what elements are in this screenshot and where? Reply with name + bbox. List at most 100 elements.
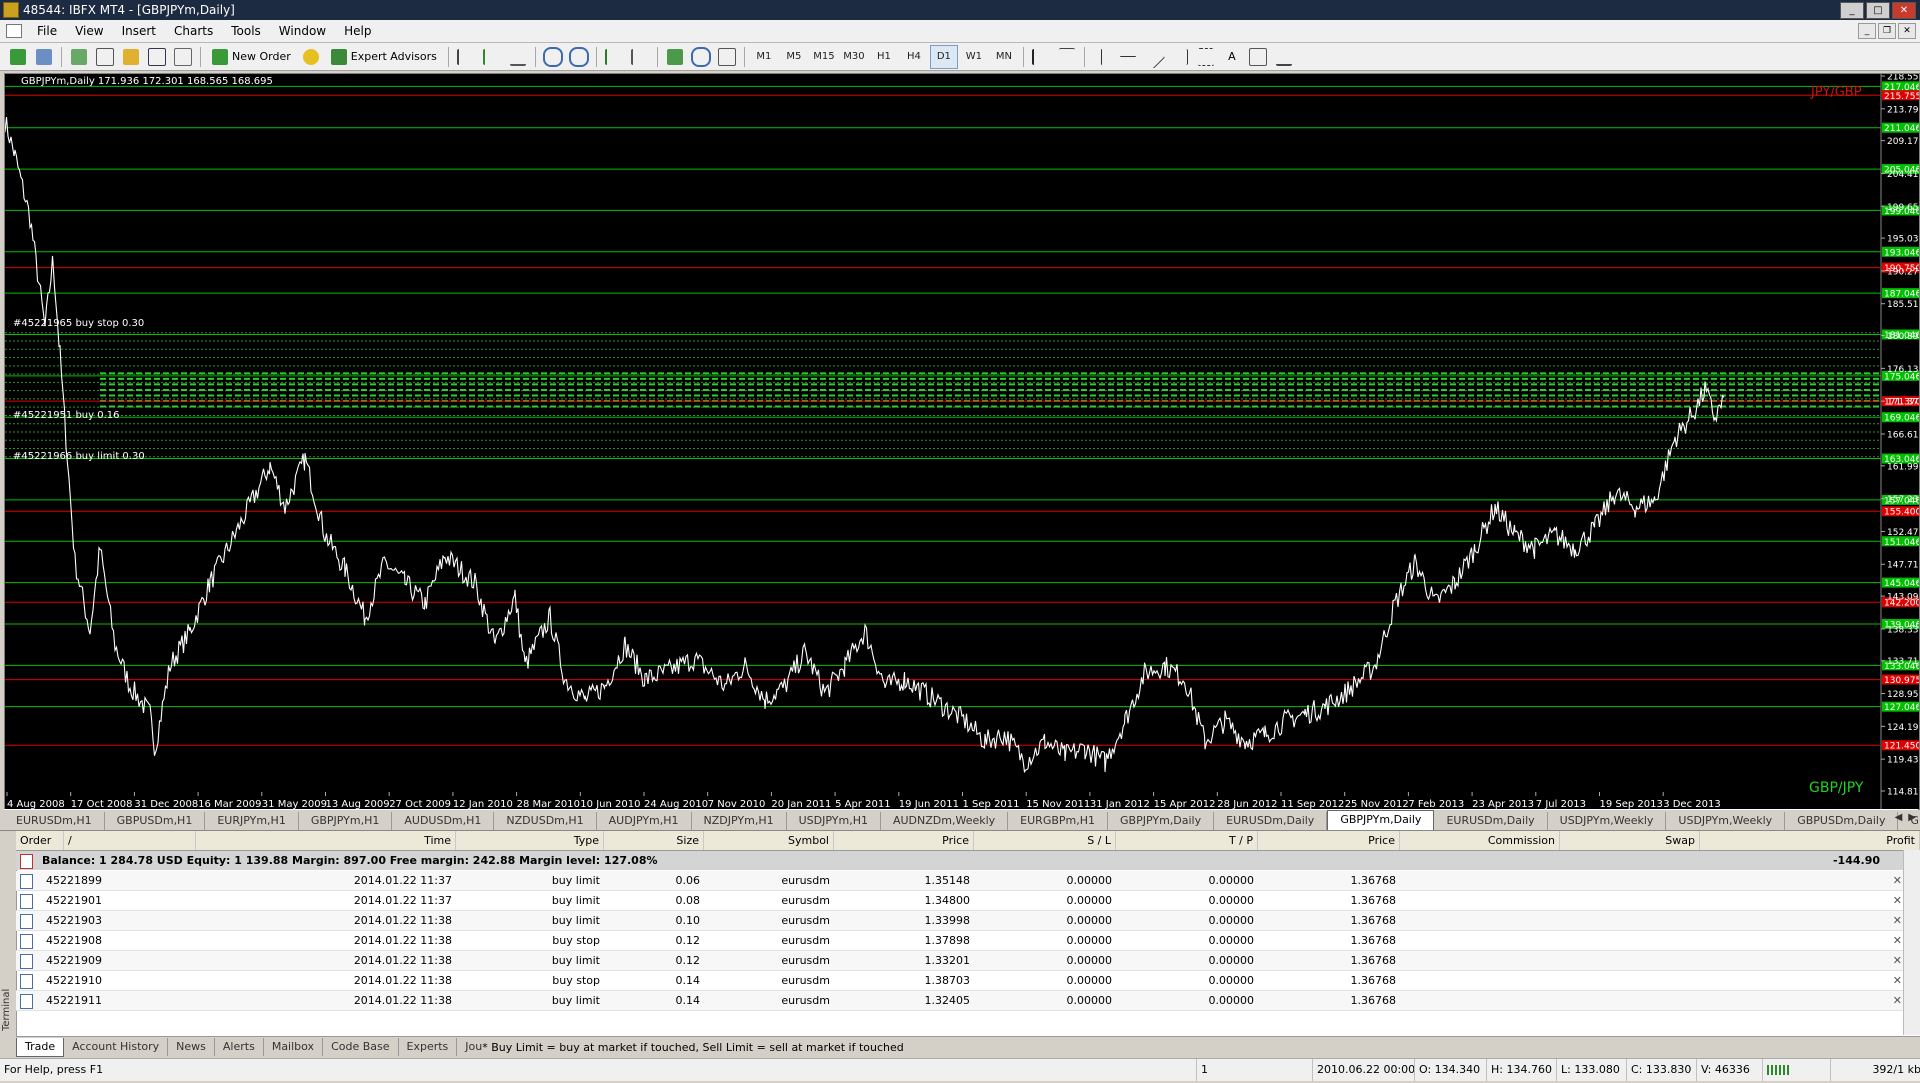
line-chart-button[interactable] <box>506 45 530 69</box>
period-m15-button[interactable]: M15 <box>810 45 838 69</box>
col-size[interactable]: Size <box>604 831 704 850</box>
period-m5-button[interactable]: M5 <box>780 45 808 69</box>
maximize-button[interactable]: □ <box>1866 2 1890 19</box>
price-chart[interactable]: 217.046 211.046 205.046 199.046 193.046 187.0… <box>4 73 1920 810</box>
col-swap[interactable]: Swap <box>1560 831 1700 850</box>
tab-account-history[interactable]: Account History <box>64 1038 169 1056</box>
symbol-tab[interactable]: AUDNZDm,Weekly <box>881 812 1009 830</box>
period-h4-button[interactable]: H4 <box>900 45 928 69</box>
profiles-button[interactable] <box>32 45 56 69</box>
col-type[interactable]: Type <box>456 831 604 850</box>
period-d1-button[interactable]: D1 <box>929 44 958 69</box>
period-m30-button[interactable]: M30 <box>840 45 868 69</box>
order-row[interactable]: 45221901 2014.01.22 11:37 buy limit 0.08 eur… <box>16 891 1920 911</box>
symbol-tab[interactable]: EURJPYm,H1 <box>205 812 299 830</box>
tab-scroll-left-icon[interactable]: ◀ <box>1895 812 1903 823</box>
strategy-tester-button[interactable] <box>171 45 195 69</box>
symbol-tab[interactable]: GBPJPYm,Daily <box>1327 810 1435 830</box>
col-price[interactable]: Price <box>834 831 974 850</box>
col-sort[interactable]: / <box>64 831 196 850</box>
symbol-tab[interactable]: USDJPYm,Weekly <box>1666 812 1786 830</box>
expert-advisors-button[interactable]: Expert Advisors <box>325 45 443 69</box>
symbol-tab[interactable]: GBPJPYm,Daily <box>1108 812 1215 830</box>
new-chart-button[interactable] <box>6 45 30 69</box>
data-window-button[interactable] <box>93 45 117 69</box>
market-watch-button[interactable] <box>67 45 91 69</box>
mdi-restore-button[interactable]: ❐ <box>1878 23 1896 39</box>
symbol-tab[interactable]: EURUSDm,Daily <box>1434 812 1548 830</box>
candlestick-button[interactable] <box>480 45 504 69</box>
mdi-close-button[interactable]: ✕ <box>1898 23 1916 39</box>
indicators-button[interactable] <box>663 45 687 69</box>
fibonacci-button[interactable] <box>1194 45 1218 69</box>
symbol-tab[interactable]: EURUSDm,Daily <box>1214 812 1328 830</box>
symbol-tab[interactable]: USDJPYm,Weekly <box>1548 812 1667 830</box>
text-button[interactable]: A <box>1220 45 1244 69</box>
close-order-icon[interactable]: ✕ <box>1893 951 1902 970</box>
order-row[interactable]: 45221899 2014.01.22 11:37 buy limit 0.06 eur… <box>16 871 1920 891</box>
minimize-button[interactable]: _ <box>1840 2 1864 19</box>
col-sl[interactable]: S / L <box>974 831 1116 850</box>
balance-row[interactable]: Balance: 1 284.78 USD Equity: 1 139.88 M… <box>16 851 1920 870</box>
symbol-tab[interactable]: GBPJPYm,H1 <box>299 812 393 830</box>
tab-mailbox[interactable]: Mailbox <box>264 1038 324 1056</box>
trendline-button[interactable] <box>1142 44 1166 69</box>
tab-alerts[interactable]: Alerts <box>215 1038 264 1056</box>
tab-scroll-arrows[interactable]: ◀ ▶ <box>1895 812 1916 823</box>
zoom-out-button[interactable] <box>567 45 591 69</box>
menu-file[interactable]: File <box>28 24 66 38</box>
tab-trade[interactable]: Trade <box>16 1037 65 1057</box>
metaeditor-button[interactable] <box>299 45 323 69</box>
crosshair-button[interactable] <box>1055 45 1079 69</box>
col-order[interactable]: Order <box>16 831 64 850</box>
close-order-icon[interactable]: ✕ <box>1893 871 1902 890</box>
navigator-button[interactable] <box>119 45 143 69</box>
tab-scroll-right-icon[interactable]: ▶ <box>1908 812 1916 823</box>
symbol-tab[interactable]: GBPUSDm,H1 <box>105 812 206 830</box>
col-current-price[interactable]: Price <box>1258 831 1400 850</box>
close-order-icon[interactable]: ✕ <box>1893 991 1902 1010</box>
autoscroll-button[interactable] <box>602 45 626 69</box>
bar-chart-button[interactable] <box>454 45 478 69</box>
templates-button[interactable] <box>715 45 739 69</box>
mdi-minimize-button[interactable]: _ <box>1858 23 1876 39</box>
order-row[interactable]: 45221911 2014.01.22 11:38 buy limit 0.14 eur… <box>16 991 1920 1011</box>
col-time[interactable]: Time <box>196 831 456 850</box>
close-window-button[interactable]: ✕ <box>1892 2 1916 19</box>
order-row[interactable]: 45221909 2014.01.22 11:38 buy limit 0.12 eur… <box>16 951 1920 971</box>
col-profit[interactable]: Profit <box>1700 831 1920 850</box>
new-order-button[interactable]: New Order <box>206 45 297 69</box>
vertical-line-button[interactable] <box>1090 45 1114 69</box>
equidistant-channel-button[interactable] <box>1168 45 1192 69</box>
status-profile[interactable]: 1 <box>1196 1059 1315 1081</box>
periods-button[interactable] <box>689 45 713 69</box>
col-symbol[interactable]: Symbol <box>704 831 834 850</box>
order-row[interactable]: 45221910 2014.01.22 11:38 buy stop 0.14 euru… <box>16 971 1920 991</box>
menu-charts[interactable]: Charts <box>165 24 222 38</box>
period-w1-button[interactable]: W1 <box>960 45 988 69</box>
horizontal-line-button[interactable] <box>1116 45 1140 69</box>
period-m1-button[interactable]: M1 <box>750 45 778 69</box>
period-mn-button[interactable]: MN <box>990 45 1018 69</box>
period-h1-button[interactable]: H1 <box>870 45 898 69</box>
text-label-button[interactable] <box>1246 45 1270 69</box>
menu-tools[interactable]: Tools <box>222 24 270 38</box>
symbol-tab[interactable]: NZDJPYm,H1 <box>692 812 787 830</box>
arrows-button[interactable] <box>1272 45 1296 69</box>
symbol-tab[interactable]: AUDUSDm,H1 <box>392 812 495 830</box>
tab-journal[interactable]: Jou <box>457 1038 482 1056</box>
terminal-button[interactable] <box>145 45 169 69</box>
tab-experts[interactable]: Experts <box>399 1038 458 1056</box>
symbol-tab[interactable]: NZDUSDm,H1 <box>494 812 597 830</box>
close-order-icon[interactable]: ✕ <box>1893 971 1902 990</box>
symbol-tab[interactable]: EURUSDm,H1 <box>4 812 105 830</box>
menu-help[interactable]: Help <box>335 24 380 38</box>
symbol-tab[interactable]: EURGBPm,H1 <box>1008 812 1109 830</box>
close-order-icon[interactable]: ✕ <box>1893 931 1902 950</box>
col-tp[interactable]: T / P <box>1116 831 1258 850</box>
order-row[interactable]: 45221908 2014.01.22 11:38 buy stop 0.12 euru… <box>16 931 1920 951</box>
col-commission[interactable]: Commission <box>1400 831 1560 850</box>
orders-scrollbar[interactable] <box>1903 850 1920 1035</box>
order-row[interactable]: 45221903 2014.01.22 11:38 buy limit 0.10 eur… <box>16 911 1920 931</box>
cursor-button[interactable] <box>1029 45 1053 69</box>
